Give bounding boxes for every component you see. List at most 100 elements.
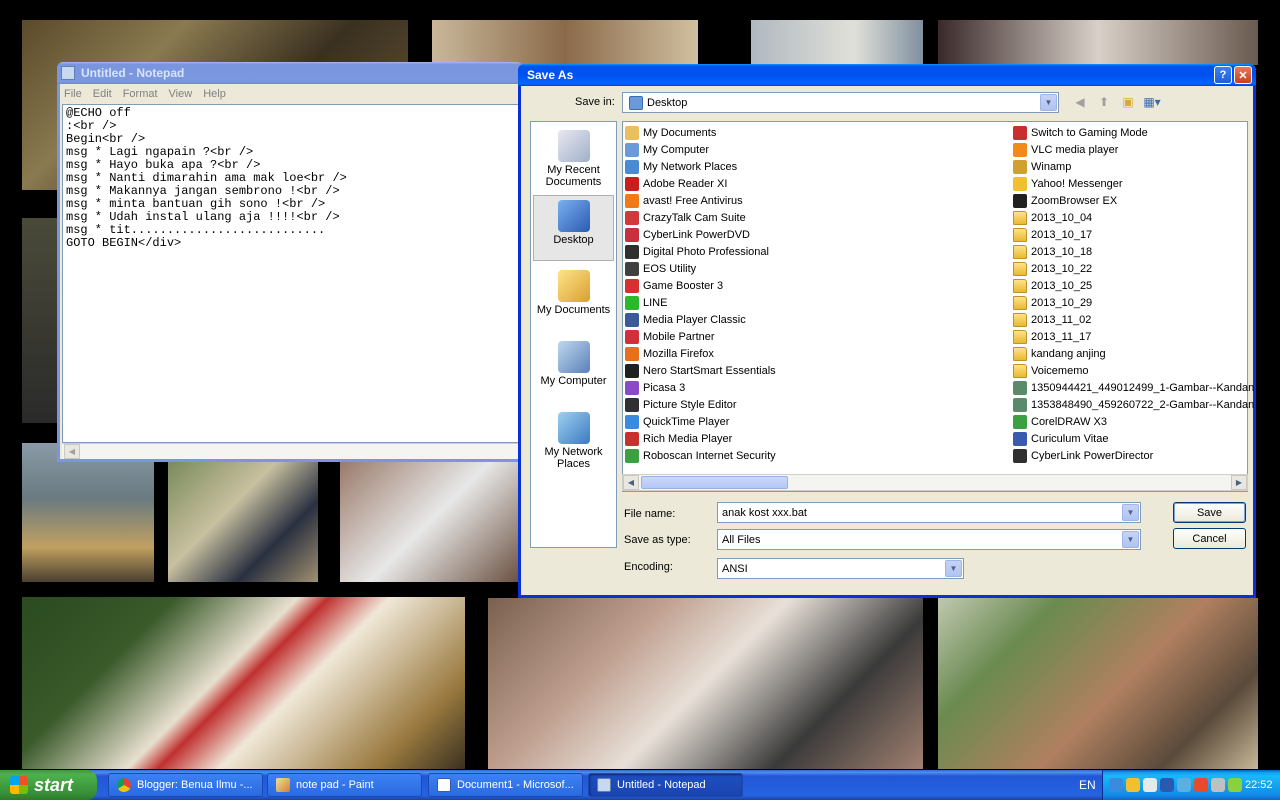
chevron-down-icon[interactable]: ▼ — [945, 560, 962, 577]
file-list-scrollbar[interactable]: ◀ ▶ — [622, 474, 1248, 491]
place-desktop[interactable]: Desktop — [533, 195, 614, 261]
taskbar-item-paint[interactable]: note pad - Paint — [267, 773, 422, 797]
menu-view[interactable]: View — [169, 88, 193, 100]
file-list-item[interactable]: Game Booster 3 — [623, 277, 776, 294]
file-list-item[interactable]: 2013_10_29 — [1011, 294, 1254, 311]
file-list-item[interactable]: 1350944421_449012499_1-Gambar--Kandan — [1011, 379, 1254, 396]
save-as-dialog[interactable]: Save As ? ✕ Save in: Desktop ▼ ◀ ⬆ ▣ ▦▾ … — [518, 64, 1256, 598]
file-list-item[interactable]: Voicememo — [1011, 362, 1254, 379]
file-list-item[interactable]: Digital Photo Professional — [623, 243, 776, 260]
file-list-item[interactable]: 2013_10_04 — [1011, 209, 1254, 226]
file-list-item[interactable]: Yahoo! Messenger — [1011, 175, 1254, 192]
file-list-item[interactable]: CyberLink PowerDirector — [1011, 447, 1254, 464]
menu-help[interactable]: Help — [203, 88, 226, 100]
dialog-titlebar[interactable]: Save As ? ✕ — [518, 64, 1256, 86]
file-list-item[interactable]: Rich Media Player — [623, 430, 776, 447]
scroll-left-arrow-icon[interactable]: ◀ — [64, 444, 80, 459]
place-my-network-places[interactable]: My Network Places — [533, 408, 614, 474]
desktop-photo — [938, 598, 1258, 769]
file-list-item[interactable]: Picasa 3 — [623, 379, 776, 396]
file-list-item-label: Yahoo! Messenger — [1031, 177, 1123, 190]
file-list-item[interactable]: 1353848490_459260722_2-Gambar--Kandan — [1011, 396, 1254, 413]
file-list-item[interactable]: 2013_11_02 — [1011, 311, 1254, 328]
place-my-recent-documents[interactable]: My Recent Documents — [533, 126, 614, 192]
file-list-item[interactable]: ZoomBrowser EX — [1011, 192, 1254, 209]
file-list-item[interactable]: 2013_10_18 — [1011, 243, 1254, 260]
notepad-text-area[interactable]: @ECHO off :<br /> Begin<br /> msg * Lagi… — [62, 104, 520, 443]
tray-monitor-icon[interactable] — [1160, 778, 1174, 792]
tray-messenger-icon[interactable] — [1126, 778, 1140, 792]
taskbar-item-blogger[interactable]: Blogger: Benua Ilmu -... — [108, 773, 263, 797]
file-list-item[interactable]: My Computer — [623, 141, 776, 158]
tray-usb-icon[interactable] — [1228, 778, 1242, 792]
new-folder-icon[interactable]: ▣ — [1118, 93, 1138, 111]
file-list-item[interactable]: avast! Free Antivirus — [623, 192, 776, 209]
up-folder-icon[interactable]: ⬆ — [1094, 93, 1114, 111]
taskbar-item-notepad[interactable]: Untitled - Notepad — [588, 773, 743, 797]
encoding-dropdown[interactable]: ANSI ▼ — [717, 558, 964, 579]
file-name-input[interactable]: anak kost xxx.bat ▼ — [717, 502, 1141, 523]
file-list-item[interactable]: Media Player Classic — [623, 311, 776, 328]
scrollbar-thumb[interactable] — [641, 476, 788, 489]
file-list-item[interactable]: Picture Style Editor — [623, 396, 776, 413]
notepad-window[interactable]: Untitled - Notepad File Edit Format View… — [57, 62, 523, 462]
file-list-item[interactable]: 2013_11_17 — [1011, 328, 1254, 345]
tray-network-icon[interactable] — [1143, 778, 1157, 792]
file-list-item[interactable]: kandang anjing — [1011, 345, 1254, 362]
close-icon[interactable]: ✕ — [1234, 66, 1252, 84]
notepad-titlebar[interactable]: Untitled - Notepad — [57, 62, 523, 84]
place-my-computer[interactable]: My Computer — [533, 337, 614, 403]
place-my-documents[interactable]: My Documents — [533, 266, 614, 332]
file-list-item[interactable]: 2013_10_22 — [1011, 260, 1254, 277]
scroll-right-arrow-icon[interactable]: ▶ — [1231, 475, 1247, 490]
file-list-item[interactable]: Mobile Partner — [623, 328, 776, 345]
file-list-item[interactable]: Switch to Gaming Mode — [1011, 124, 1254, 141]
help-icon[interactable]: ? — [1214, 66, 1232, 84]
file-list-item[interactable]: Nero StartSmart Essentials — [623, 362, 776, 379]
file-list-item-label: kandang anjing — [1031, 347, 1106, 360]
tray-volume-icon[interactable] — [1211, 778, 1225, 792]
file-list-item[interactable]: 2013_10_25 — [1011, 277, 1254, 294]
views-menu-icon[interactable]: ▦▾ — [1142, 93, 1162, 111]
chevron-down-icon[interactable]: ▼ — [1122, 504, 1139, 521]
file-list-item-label: 2013_10_25 — [1031, 279, 1093, 292]
file-list-item[interactable]: EOS Utility — [623, 260, 776, 277]
menu-file[interactable]: File — [64, 88, 82, 100]
file-list-item[interactable]: CorelDRAW X3 — [1011, 413, 1254, 430]
file-list-item[interactable]: Roboscan Internet Security — [623, 447, 776, 464]
back-icon[interactable]: ◀ — [1070, 93, 1090, 111]
chevron-down-icon[interactable]: ▼ — [1122, 531, 1139, 548]
save-as-type-dropdown[interactable]: All Files ▼ — [717, 529, 1141, 550]
menu-edit[interactable]: Edit — [93, 88, 112, 100]
save-in-dropdown[interactable]: Desktop ▼ — [622, 92, 1059, 113]
start-button[interactable]: start — [0, 770, 97, 800]
tray-dropbox-icon[interactable] — [1177, 778, 1191, 792]
file-list-item[interactable]: My Documents — [623, 124, 776, 141]
scroll-left-arrow-icon[interactable]: ◀ — [623, 475, 639, 490]
file-list-item-label: Picasa 3 — [643, 381, 686, 394]
cancel-button[interactable]: Cancel — [1173, 528, 1246, 549]
tray-arrow-icon[interactable] — [1109, 778, 1123, 792]
file-list-item[interactable]: Curiculum Vitae — [1011, 430, 1254, 447]
file-list-item[interactable]: CrazyTalk Cam Suite — [623, 209, 776, 226]
file-list-item[interactable]: QuickTime Player — [623, 413, 776, 430]
file-list-item[interactable]: 2013_10_17 — [1011, 226, 1254, 243]
language-indicator[interactable]: EN — [1079, 778, 1096, 792]
file-list-item[interactable]: CyberLink PowerDVD — [623, 226, 776, 243]
taskbar-item-word[interactable]: Document1 - Microsof... — [428, 773, 583, 797]
tray-avast-icon[interactable] — [1194, 778, 1208, 792]
file-list-item[interactable]: LINE — [623, 294, 776, 311]
file-list-item[interactable]: My Network Places — [623, 158, 776, 175]
save-button[interactable]: Save — [1173, 502, 1246, 523]
notepad-horizontal-scrollbar[interactable]: ◀ — [62, 443, 520, 459]
desktop-photo — [168, 462, 318, 582]
chevron-down-icon[interactable]: ▼ — [1040, 94, 1057, 111]
file-list-item[interactable]: Winamp — [1011, 158, 1254, 175]
menu-format[interactable]: Format — [123, 88, 158, 100]
file-list-item[interactable]: Adobe Reader XI — [623, 175, 776, 192]
file-list-item[interactable]: VLC media player — [1011, 141, 1254, 158]
desktop-icon — [557, 200, 590, 232]
clock[interactable]: 22:52 — [1245, 779, 1273, 791]
file-list-item[interactable]: Mozilla Firefox — [623, 345, 776, 362]
file-list[interactable]: My Documents My Computer My Network Places… — [622, 121, 1254, 492]
